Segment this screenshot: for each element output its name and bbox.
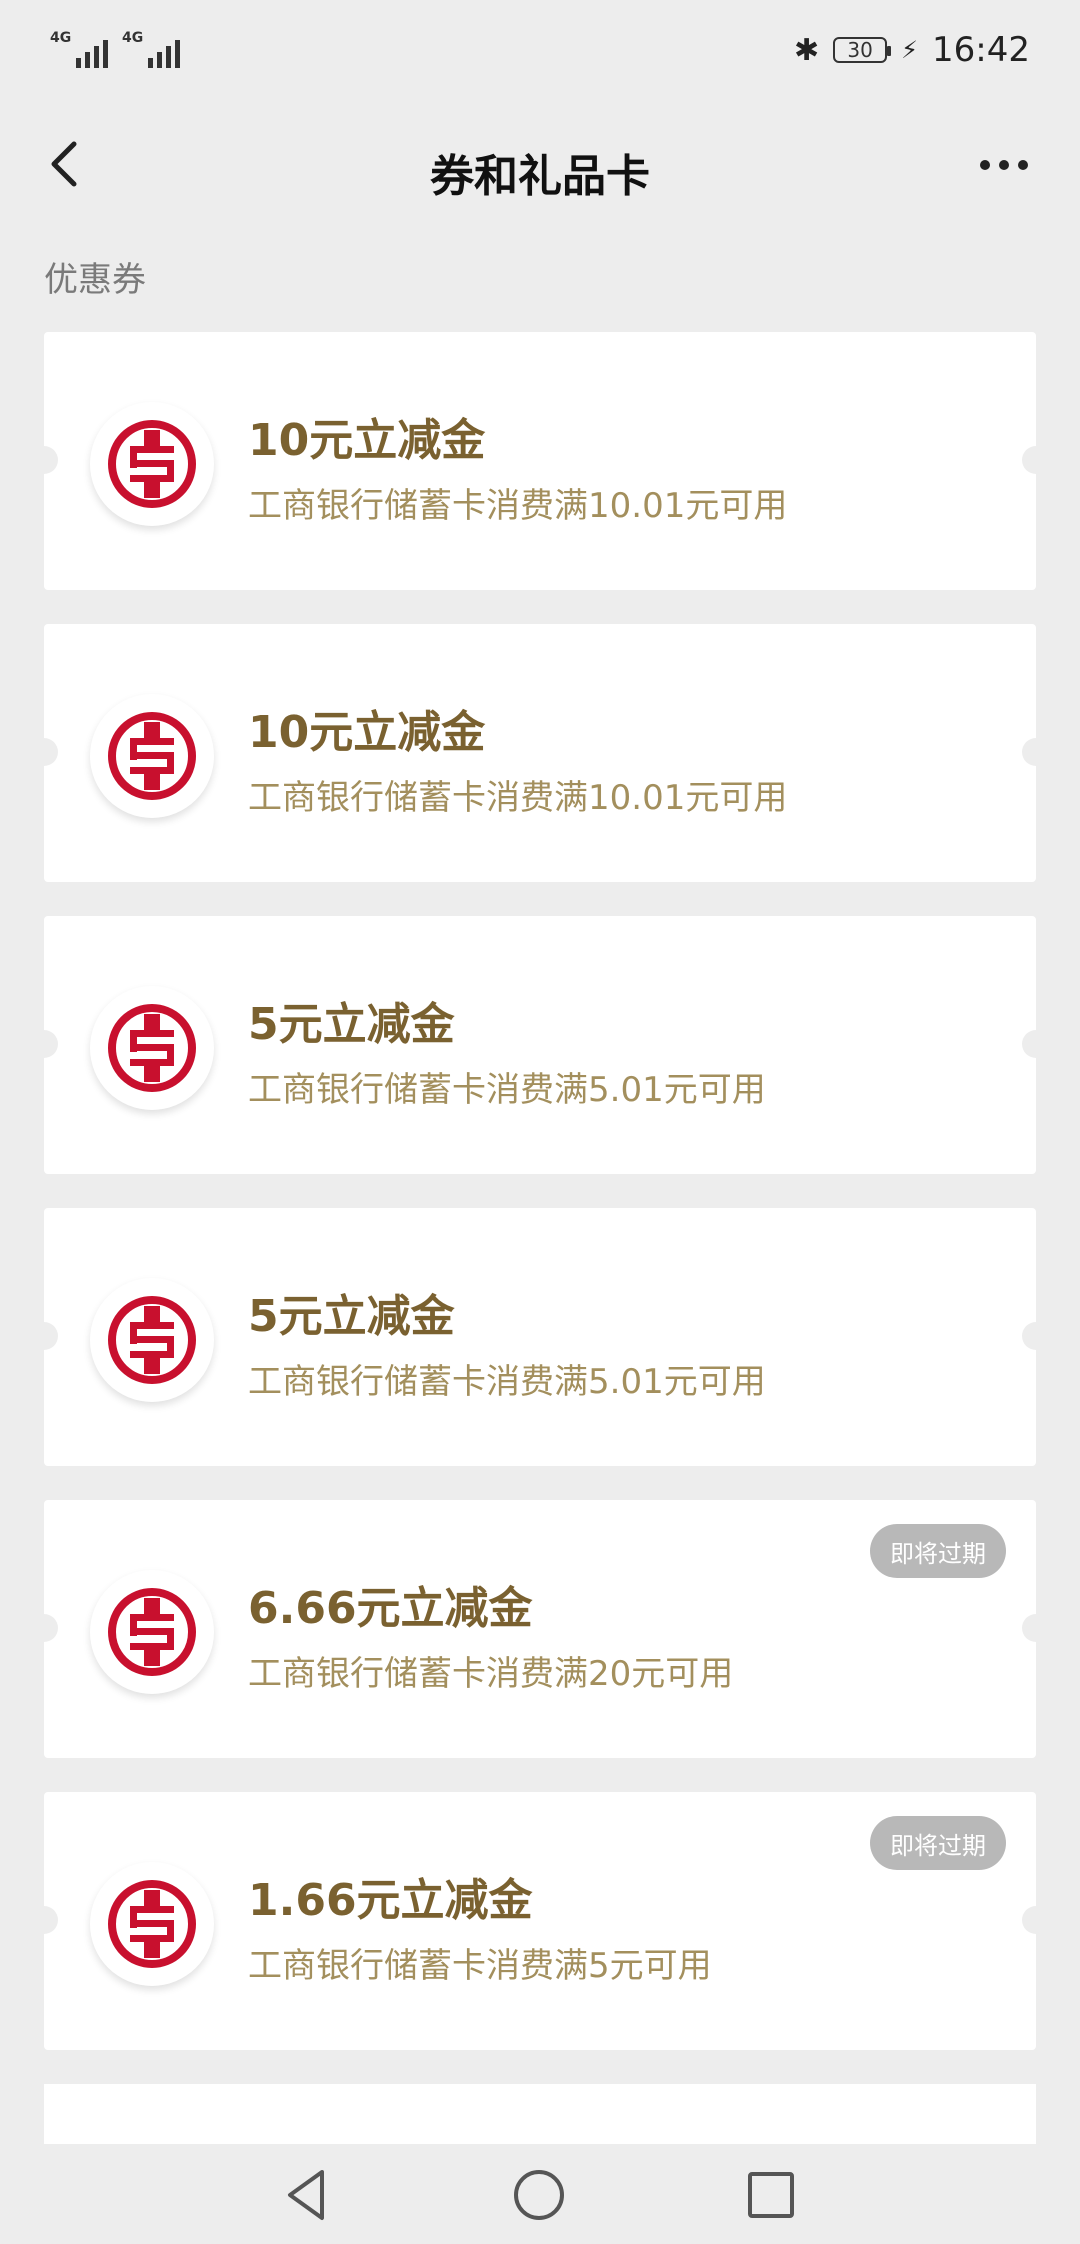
coupon-card-partial[interactable] [44,2084,1036,2144]
bluetooth-icon: ✱ [794,32,820,68]
status-left: 4G 4G [50,30,180,68]
coupon-title: 10元立减金 [248,415,486,466]
icbc-logo-icon [90,1570,214,1694]
expiring-badge: 即将过期 [870,1524,1006,1578]
clock: 16:42 [932,30,1030,70]
status-right: ✱ 30 ⚡ 16:42 [794,30,1030,70]
nav-bar: 券和礼品卡 [0,110,1080,220]
more-dot-icon [999,160,1009,170]
ticket-notch [1022,1906,1050,1934]
system-back-button[interactable] [272,2160,342,2230]
ticket-notch [1022,446,1050,474]
ticket-notch [30,446,58,474]
ticket-notch [30,1322,58,1350]
system-home-button[interactable] [504,2160,574,2230]
signal-label: 4G [122,30,144,46]
signal-label: 4G [50,30,72,46]
coupon-title: 5元立减金 [248,999,455,1050]
coupon-description: 工商银行储蓄卡消费满5元可用 [248,1946,712,1986]
coupon-description: 工商银行储蓄卡消费满20元可用 [248,1654,734,1694]
ticket-notch [1022,738,1050,766]
icbc-logo-icon [90,986,214,1110]
icbc-logo-icon [90,402,214,526]
ticket-notch [1022,1030,1050,1058]
more-dot-icon [980,160,990,170]
icbc-logo-icon [90,694,214,818]
icbc-logo-icon [90,1278,214,1402]
charging-icon: ⚡ [901,36,919,64]
page-title: 券和礼品卡 [430,151,650,202]
coupon-title: 1.66元立减金 [248,1875,533,1926]
coupon-card[interactable]: 10元立减金 工商银行储蓄卡消费满10.01元可用 [30,624,1050,882]
ticket-notch [30,738,58,766]
battery-icon: 30 [833,37,892,63]
coupon-description: 工商银行储蓄卡消费满5.01元可用 [248,1362,766,1402]
ticket-notch [30,1030,58,1058]
coupon-list: 10元立减金 工商银行储蓄卡消费满10.01元可用 10元立减金 工商银行储蓄卡… [30,332,1050,2084]
coupon-title: 10元立减金 [248,707,486,758]
ticket-notch [30,1906,58,1934]
coupon-description: 工商银行储蓄卡消费满10.01元可用 [248,778,788,818]
system-recent-button[interactable] [736,2160,806,2230]
coupon-card[interactable]: 6.66元立减金 工商银行储蓄卡消费满20元可用 即将过期 [30,1500,1050,1758]
coupon-title: 6.66元立减金 [248,1583,533,1634]
triangle-back-icon [288,2170,324,2220]
signal-icon: 4G [122,30,180,68]
coupon-card[interactable]: 1.66元立减金 工商银行储蓄卡消费满5元可用 即将过期 [30,1792,1050,2050]
coupon-description: 工商银行储蓄卡消费满10.01元可用 [248,486,788,526]
system-nav-bar [0,2144,1080,2244]
circle-home-icon [514,2170,564,2220]
coupon-card[interactable]: 5元立减金 工商银行储蓄卡消费满5.01元可用 [30,1208,1050,1466]
section-title: 优惠券 [44,260,146,300]
battery-level: 30 [847,38,873,62]
icbc-logo-icon [90,1862,214,1986]
ticket-notch [1022,1614,1050,1642]
more-dot-icon [1018,160,1028,170]
more-button[interactable] [964,140,1044,190]
coupon-card[interactable]: 5元立减金 工商银行储蓄卡消费满5.01元可用 [30,916,1050,1174]
square-recent-icon [748,2172,794,2218]
coupon-card[interactable]: 10元立减金 工商银行储蓄卡消费满10.01元可用 [30,332,1050,590]
ticket-notch [30,1614,58,1642]
expiring-badge: 即将过期 [870,1816,1006,1870]
coupon-description: 工商银行储蓄卡消费满5.01元可用 [248,1070,766,1110]
coupon-title: 5元立减金 [248,1291,455,1342]
signal-icon: 4G [50,30,108,68]
ticket-notch [1022,1322,1050,1350]
status-bar: 4G 4G ✱ 30 ⚡ 16:42 [0,0,1080,100]
